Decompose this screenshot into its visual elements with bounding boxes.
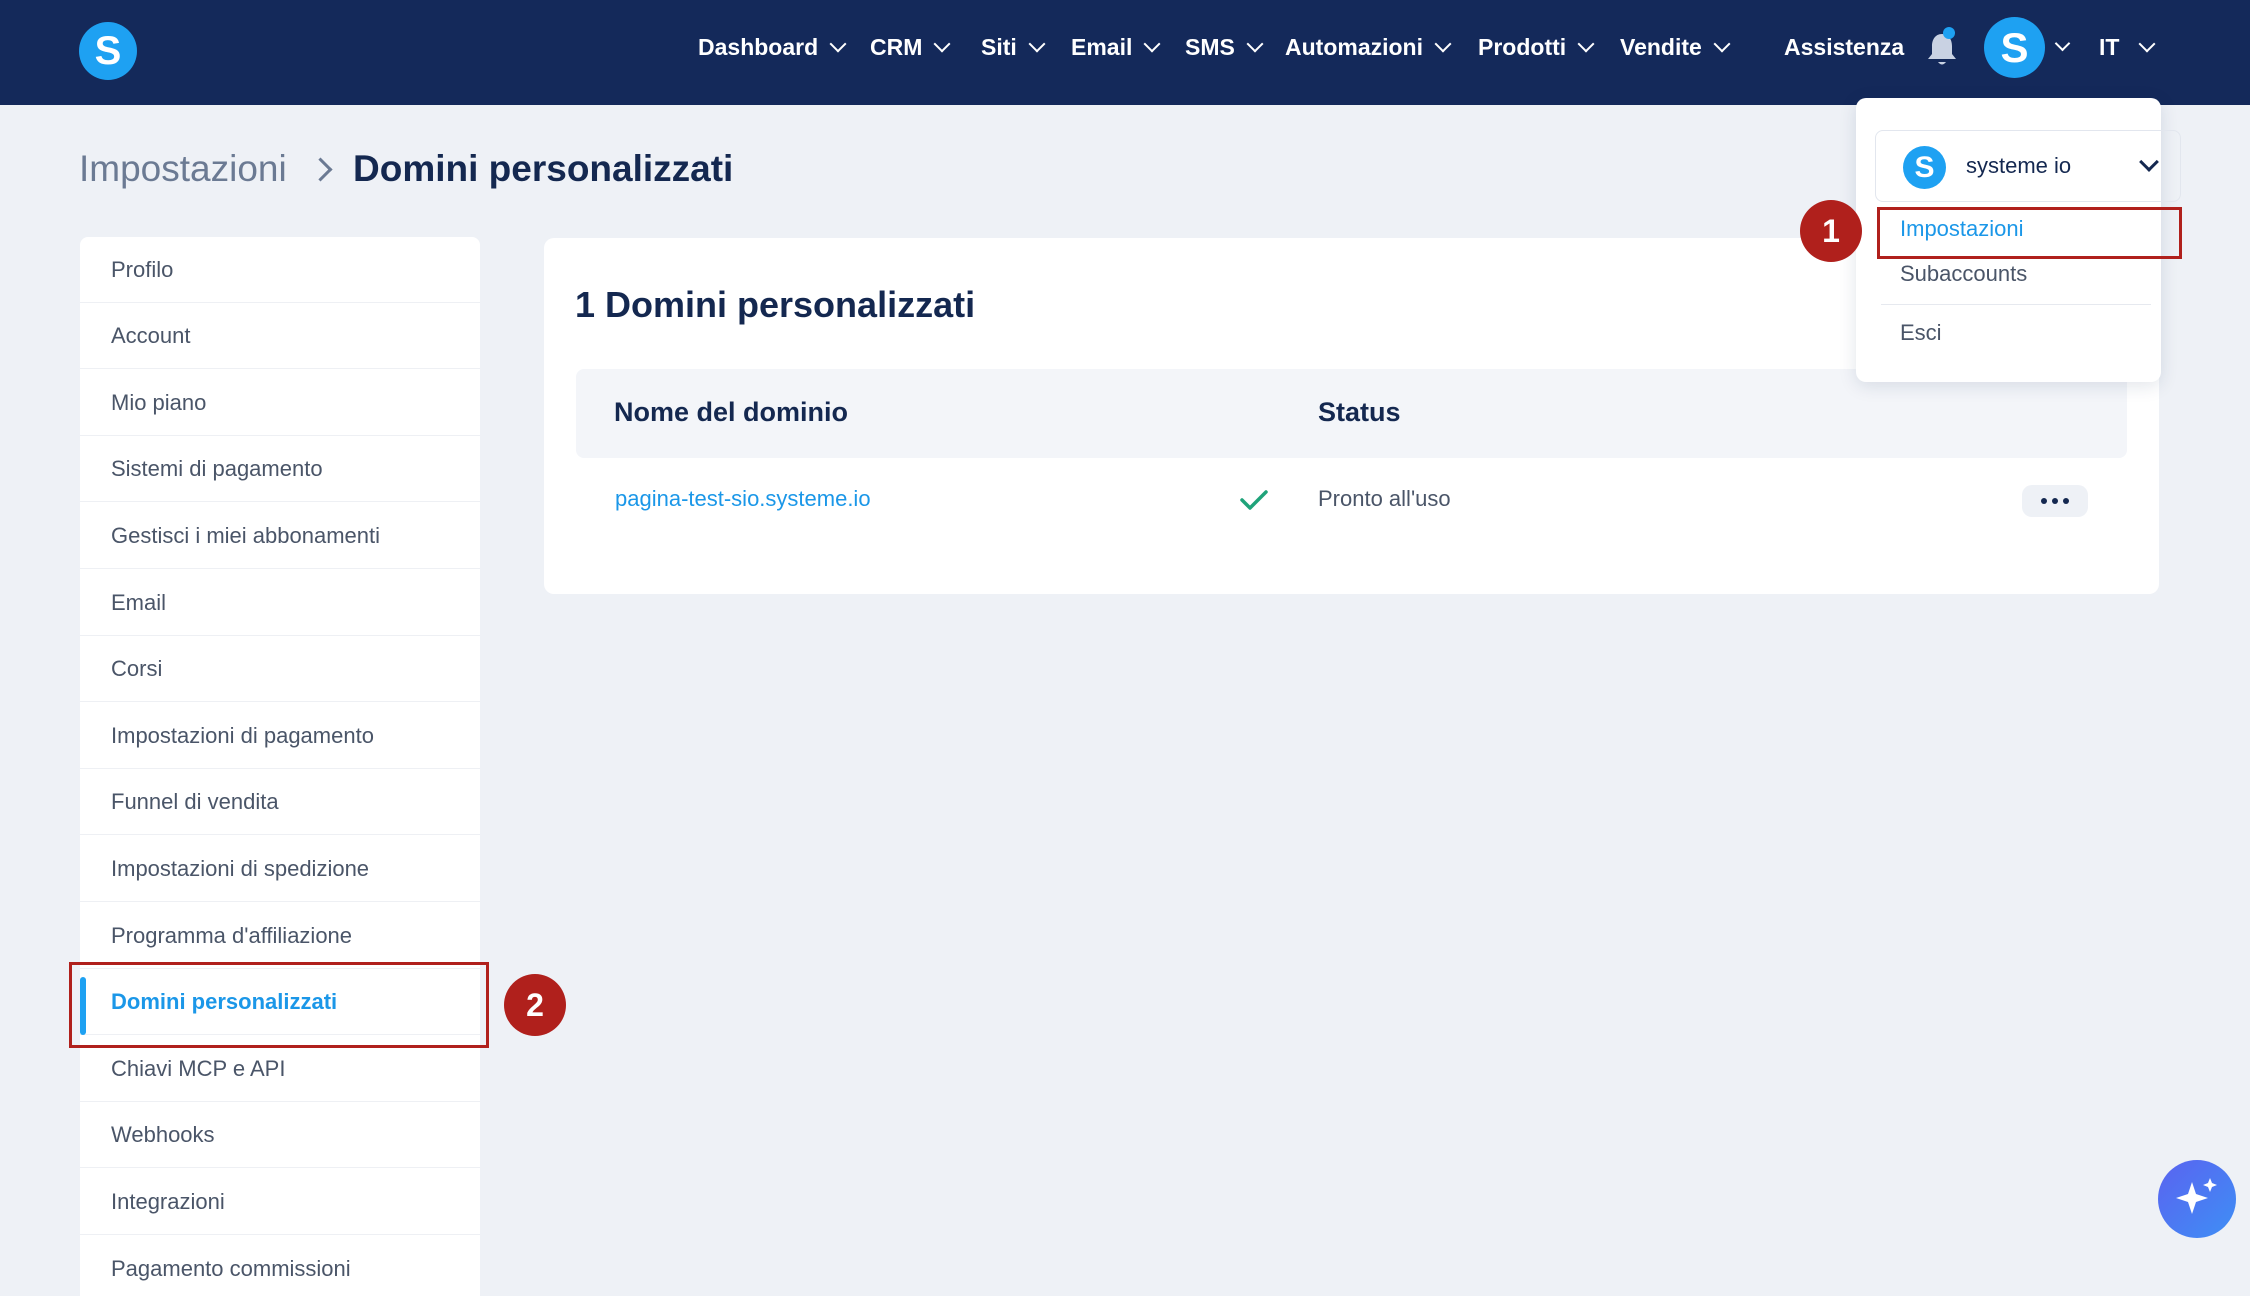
- settings-sidebar: Profilo Account Mio piano Sistemi di pag…: [80, 237, 480, 1296]
- menu-item-subaccounts[interactable]: Subaccounts: [1900, 261, 2027, 287]
- more-dots-icon: [2041, 498, 2047, 504]
- nav-dashboard[interactable]: Dashboard: [698, 30, 847, 64]
- chevron-down-icon[interactable]: [2054, 35, 2071, 52]
- language-selector[interactable]: IT: [2099, 30, 2156, 64]
- chevron-down-icon: [2139, 152, 2159, 172]
- chevron-right-icon: [308, 157, 333, 182]
- nav-sms[interactable]: SMS: [1185, 30, 1264, 64]
- sidebar-item-commissioni[interactable]: Pagamento commissioni: [80, 1236, 480, 1296]
- nav-siti[interactable]: Siti: [981, 30, 1046, 64]
- column-header-status: Status: [1318, 397, 1401, 427]
- chevron-down-icon: [829, 35, 847, 53]
- highlight-box-step1: [1877, 207, 2182, 259]
- nav-vendite[interactable]: Vendite: [1620, 30, 1731, 64]
- top-nav-bar: S Dashboard CRM Siti Email SMS Automazio…: [0, 0, 2250, 105]
- bell-icon[interactable]: [1924, 30, 1960, 68]
- sidebar-item-integrazioni[interactable]: Integrazioni: [80, 1169, 480, 1235]
- sidebar-item-mio-piano[interactable]: Mio piano: [80, 370, 480, 436]
- domain-link[interactable]: pagina-test-sio.systeme.io: [615, 486, 871, 512]
- menu-item-esci[interactable]: Esci: [1900, 320, 1942, 346]
- nav-prodotti-label: Prodotti: [1478, 33, 1567, 60]
- chevron-down-icon: [1246, 35, 1264, 53]
- nav-assistenza-label: Assistenza: [1784, 33, 1905, 60]
- nav-automazioni[interactable]: Automazioni: [1285, 30, 1452, 64]
- notification-dot: [1943, 27, 1955, 39]
- nav-crm[interactable]: CRM: [870, 30, 951, 64]
- status-text: Pronto all'uso: [1318, 486, 1451, 511]
- nav-sms-label: SMS: [1185, 33, 1235, 60]
- sidebar-item-abbonamenti[interactable]: Gestisci i miei abbonamenti: [80, 503, 480, 569]
- sidebar-item-sistemi-pagamento[interactable]: Sistemi di pagamento: [80, 436, 480, 502]
- sidebar-item-email[interactable]: Email: [80, 570, 480, 636]
- sidebar-item-account[interactable]: Account: [80, 303, 480, 369]
- sidebar-item-profilo[interactable]: Profilo: [80, 237, 480, 303]
- chevron-down-icon: [1434, 35, 1452, 53]
- sparkle-icon: [2176, 1178, 2217, 1214]
- page-title: Domini personalizzati: [353, 148, 734, 189]
- nav-dashboard-label: Dashboard: [698, 33, 819, 60]
- sidebar-item-spedizione[interactable]: Impostazioni di spedizione: [80, 836, 480, 902]
- step-badge-1: 1: [1800, 200, 1862, 262]
- systeme-logo[interactable]: S: [79, 22, 137, 80]
- account-logo: S: [1903, 146, 1946, 189]
- highlight-box-step2: [69, 962, 489, 1048]
- nav-assistenza[interactable]: Assistenza: [1784, 30, 1904, 64]
- nav-email[interactable]: Email: [1071, 30, 1161, 64]
- nav-vendite-label: Vendite: [1620, 33, 1702, 60]
- ai-assistant-button[interactable]: [2158, 1160, 2236, 1238]
- column-header-domain: Nome del dominio: [614, 397, 849, 427]
- language-label: IT: [2099, 33, 2120, 60]
- check-icon: [1240, 490, 1268, 510]
- nav-crm-label: CRM: [870, 33, 923, 60]
- card-title: 1 Domini personalizzati: [575, 284, 976, 325]
- menu-divider: [1881, 304, 2151, 305]
- chevron-down-icon: [1713, 35, 1731, 53]
- step-badge-2: 2: [504, 974, 566, 1036]
- nav-siti-label: Siti: [981, 33, 1017, 60]
- chevron-down-icon: [1028, 35, 1046, 53]
- table-header: Nome del dominio Status: [576, 369, 2127, 458]
- sidebar-item-webhooks[interactable]: Webhooks: [80, 1102, 480, 1168]
- sidebar-item-impostazioni-pagamento[interactable]: Impostazioni di pagamento: [80, 703, 480, 769]
- breadcrumb-settings[interactable]: Impostazioni: [79, 148, 287, 190]
- sidebar-item-affiliazione[interactable]: Programma d'affiliazione: [80, 903, 480, 969]
- account-name: systeme io: [1966, 153, 2072, 178]
- account-selector[interactable]: S systeme io: [1875, 130, 2181, 202]
- nav-email-label: Email: [1071, 33, 1133, 60]
- nav-automazioni-label: Automazioni: [1285, 33, 1423, 60]
- chevron-down-icon: [1143, 35, 1161, 53]
- sidebar-item-corsi[interactable]: Corsi: [80, 636, 480, 702]
- chevron-down-icon: [2138, 35, 2156, 53]
- avatar[interactable]: S: [1984, 17, 2045, 78]
- chevron-down-icon: [1577, 35, 1595, 53]
- chevron-down-icon: [933, 35, 951, 53]
- more-options-button[interactable]: [2022, 485, 2088, 517]
- nav-prodotti[interactable]: Prodotti: [1478, 30, 1595, 64]
- sidebar-item-funnel[interactable]: Funnel di vendita: [80, 769, 480, 835]
